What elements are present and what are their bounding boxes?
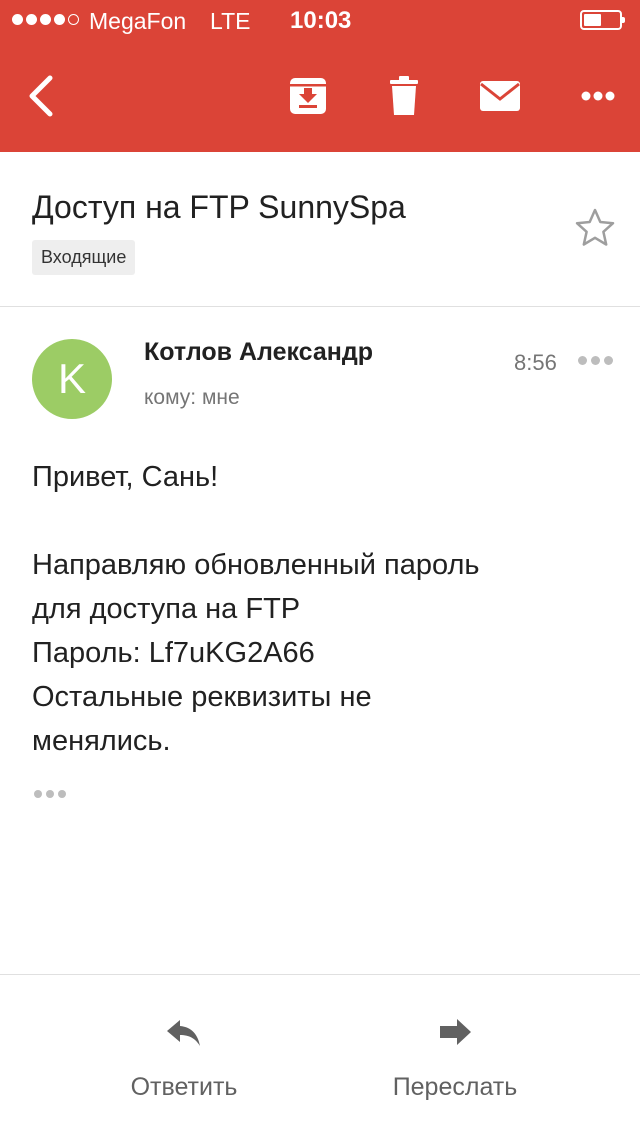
forward-label: Переслать	[392, 1073, 518, 1101]
forward-icon	[440, 1019, 471, 1045]
status-bar: MegaFon LTE 10:03	[0, 0, 640, 42]
body-line: для доступа на FTP	[32, 593, 301, 625]
mark-unread-button[interactable]	[476, 72, 524, 120]
sender-avatar[interactable]: K	[32, 339, 112, 419]
sender-name[interactable]: Котлов Александр	[144, 338, 373, 367]
body-line: Направляю обновленный пароль	[32, 549, 480, 581]
body-line: Остальные реквизиты не	[32, 681, 372, 713]
show-trimmed-content-button[interactable]	[34, 790, 66, 798]
delete-button[interactable]	[380, 72, 428, 120]
body-password-line: Пароль: Lf7uKG2A66	[32, 637, 315, 669]
archive-button[interactable]	[284, 72, 332, 120]
inbox-label-chip[interactable]: Входящие	[32, 240, 136, 275]
message-body: Привет, Сань! Направляю обновленный паро…	[32, 455, 612, 763]
recipient-line[interactable]: кому: мне	[144, 386, 240, 410]
body-greeting: Привет, Сань!	[32, 461, 219, 493]
battery-icon	[580, 10, 625, 30]
star-button[interactable]	[574, 207, 616, 249]
carrier-name: MegaFon	[89, 8, 187, 34]
trash-icon	[390, 76, 418, 115]
email-subject: Доступ на FTP SunnySpa	[32, 189, 406, 225]
reply-button[interactable]: Ответить	[74, 975, 294, 1137]
subject-header: Доступ на FTP SunnySpa Входящие	[0, 152, 640, 307]
more-horizontal-icon	[581, 91, 615, 101]
message-time: 8:56	[514, 350, 557, 375]
network-type: LTE	[210, 8, 251, 34]
archive-icon	[290, 78, 326, 114]
more-options-button[interactable]	[574, 72, 622, 120]
forward-button[interactable]: Переслать	[345, 975, 565, 1137]
body-line: менялись.	[32, 725, 171, 757]
reply-label: Ответить	[130, 1073, 238, 1101]
clock: 10:03	[290, 7, 352, 34]
app-toolbar: MegaFon LTE 10:03	[0, 0, 640, 152]
message-more-button[interactable]	[578, 356, 613, 365]
back-button[interactable]	[18, 72, 66, 120]
chevron-left-icon	[29, 75, 53, 117]
reply-icon	[167, 1020, 200, 1046]
signal-strength-icon	[12, 14, 79, 25]
star-outline-icon	[575, 208, 615, 246]
bottom-action-bar: Ответить Переслать	[0, 974, 640, 1137]
mail-icon	[480, 81, 520, 111]
